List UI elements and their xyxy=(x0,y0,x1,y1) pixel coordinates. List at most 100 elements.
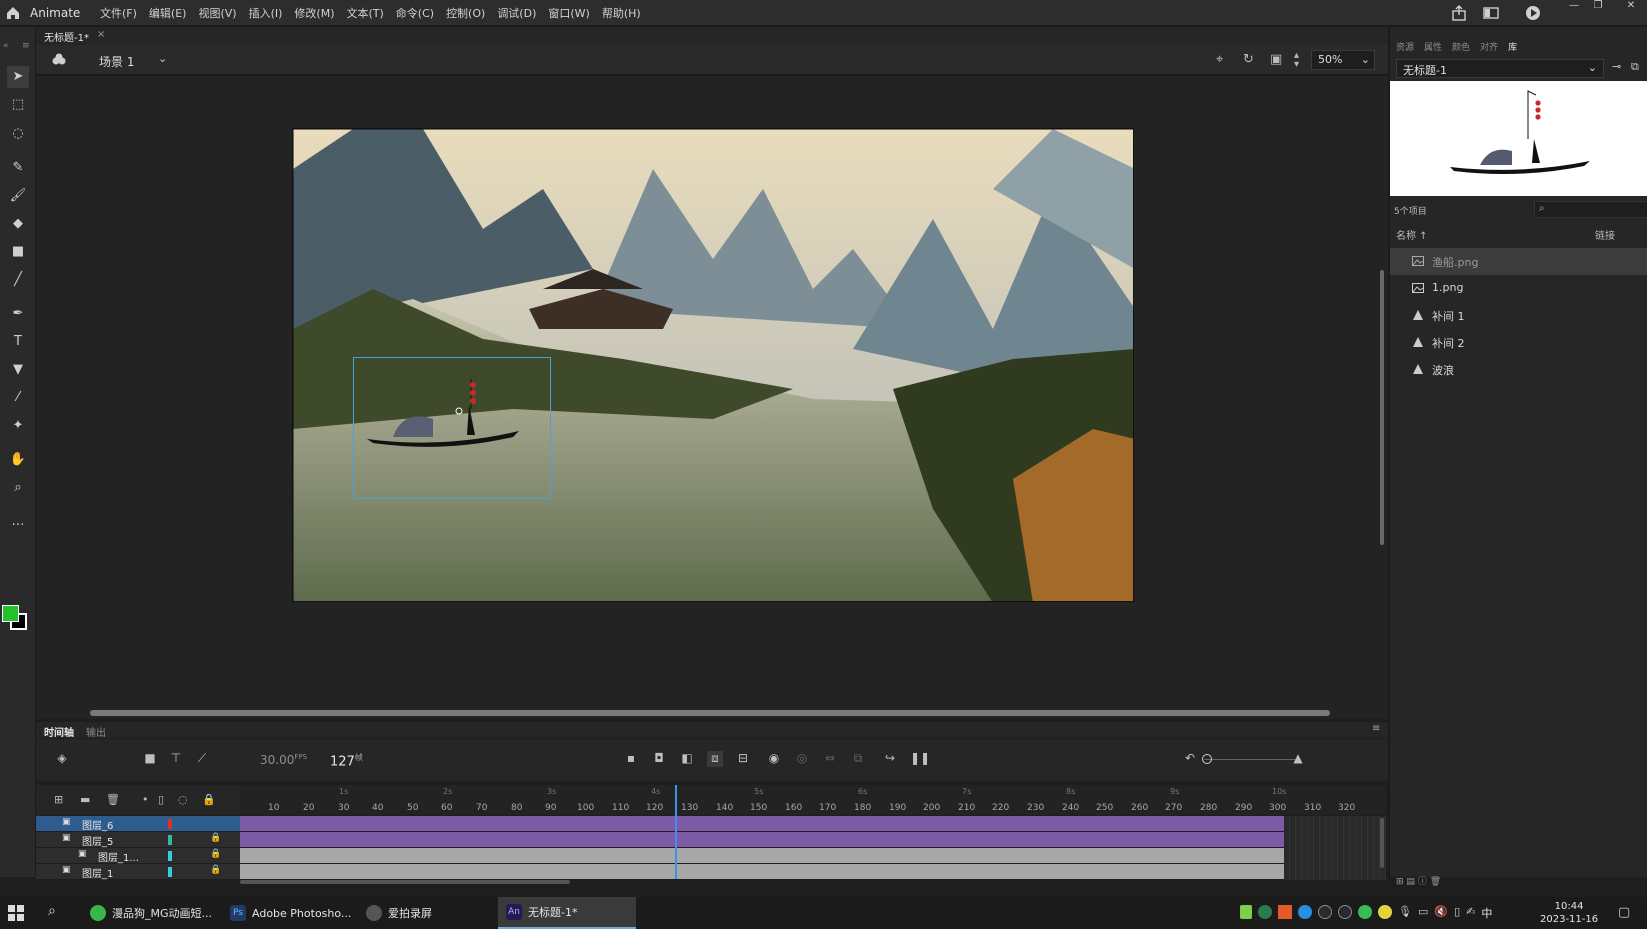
tab-output[interactable]: 输出 xyxy=(86,724,106,739)
eyedropper-tool-icon[interactable]: ⁄ xyxy=(7,387,29,409)
properties-icon[interactable]: ⓘ xyxy=(1418,877,1427,887)
panel-menu-icon[interactable]: ≡ xyxy=(22,41,30,51)
menu-text[interactable]: 文本(T) xyxy=(346,5,383,21)
taskbar-app-animate[interactable]: An 无标题-1* xyxy=(498,897,636,929)
line-tool-icon[interactable]: ╱ xyxy=(7,269,29,291)
layer-row[interactable]: ▣ 图层_5 🔒 xyxy=(36,832,240,848)
stage[interactable] xyxy=(292,128,1134,602)
layer-color-swatch[interactable] xyxy=(168,867,172,877)
library-document-select[interactable]: 无标题-1 ⌄ xyxy=(1396,59,1604,78)
undo-icon[interactable]: ↶ xyxy=(1182,751,1198,767)
camera-icon[interactable]: ■ xyxy=(142,751,158,767)
library-column-name[interactable]: 名称 ↑ xyxy=(1396,227,1428,242)
collapse-icon[interactable]: « xyxy=(3,41,9,51)
layers-icon[interactable]: ◈ xyxy=(54,751,70,767)
publish-icon[interactable] xyxy=(1450,4,1468,22)
network-icon[interactable]: ▭ xyxy=(1418,905,1428,921)
onion-skin-icon[interactable]: ◉ xyxy=(766,751,782,767)
delete-icon[interactable]: 🗑 xyxy=(1430,877,1441,887)
edit-scene-icon[interactable] xyxy=(51,52,67,68)
layer-color-swatch[interactable] xyxy=(168,835,172,845)
paint-bucket-tool-icon[interactable]: ▼ xyxy=(7,359,29,381)
brush-tool-icon[interactable]: 🖌 xyxy=(7,185,29,207)
tab-properties[interactable]: 属性 xyxy=(1424,40,1442,54)
library-item[interactable]: 渔船.png xyxy=(1390,248,1647,275)
zoom-frames-icon[interactable]: ▲ xyxy=(1290,751,1306,767)
tab-align[interactable]: 对齐 xyxy=(1480,40,1498,54)
lock-icon[interactable]: 🔒 xyxy=(210,833,221,843)
cloud-icon[interactable] xyxy=(1298,905,1312,919)
hide-layer-icon[interactable]: ◌ xyxy=(178,793,188,806)
wechat-icon[interactable] xyxy=(1358,905,1372,919)
zoom-select[interactable]: 50% ⌄ xyxy=(1311,50,1375,70)
menu-edit[interactable]: 编辑(E) xyxy=(149,5,187,21)
qq-icon[interactable] xyxy=(1318,905,1332,919)
stage-vertical-scrollbar[interactable] xyxy=(1380,270,1384,545)
lasso-tool-icon[interactable]: ◌ xyxy=(7,123,29,145)
library-search-input[interactable]: ⌕ xyxy=(1534,201,1647,218)
zoom-slider-thumb[interactable] xyxy=(1202,754,1212,764)
playhead[interactable] xyxy=(675,785,677,879)
layer-row[interactable]: ▣ 图层_6 xyxy=(36,816,240,832)
microphone-icon[interactable]: 🎙 xyxy=(1398,905,1412,921)
menu-insert[interactable]: 插入(I) xyxy=(249,5,283,21)
parenting-icon[interactable]: ⊤ xyxy=(168,751,184,767)
library-item[interactable]: 波浪 xyxy=(1390,356,1647,383)
menu-control[interactable]: 控制(O) xyxy=(446,5,485,21)
tab-library[interactable]: 库 xyxy=(1508,40,1517,54)
paint-brush-tool-icon[interactable]: ✎ xyxy=(7,157,29,179)
menu-help[interactable]: 帮助(H) xyxy=(602,5,641,21)
menu-modify[interactable]: 修改(M) xyxy=(294,5,334,21)
insert-keyframe-icon[interactable]: ▪ xyxy=(623,751,639,767)
library-item[interactable]: 补间 2 xyxy=(1390,329,1647,356)
menu-file[interactable]: 文件(F) xyxy=(100,5,137,21)
pin-tool-icon[interactable]: ✦ xyxy=(7,415,29,437)
clock[interactable]: 10:44 2023-11-16 xyxy=(1540,900,1598,926)
panel-menu-icon[interactable]: ≡ xyxy=(1372,723,1380,734)
layer-row[interactable]: ▣ 图层_1 🔒 xyxy=(36,864,240,880)
new-folder-icon[interactable]: ▬ xyxy=(80,793,90,806)
tab-color[interactable]: 颜色 xyxy=(1452,40,1470,54)
search-icon[interactable]: ⌕ xyxy=(48,903,56,919)
new-folder-icon[interactable]: ▤ xyxy=(1406,877,1415,887)
lock-icon[interactable]: 🔒 xyxy=(210,849,221,859)
ime-indicator[interactable]: 中 xyxy=(1481,905,1492,921)
current-frame-display[interactable]: 127帧 xyxy=(330,752,363,769)
frame-span[interactable] xyxy=(240,864,1284,880)
tray-app-icon[interactable] xyxy=(1258,905,1272,919)
stage-horizontal-scrollbar[interactable] xyxy=(90,710,1330,716)
more-tools-icon[interactable]: … xyxy=(7,511,29,533)
menu-window[interactable]: 窗口(W) xyxy=(548,5,589,21)
fps-display[interactable]: 30.00FPS xyxy=(260,753,307,767)
workspace-icon[interactable] xyxy=(1482,4,1500,22)
rotation-icon[interactable]: ↻ xyxy=(1243,52,1254,67)
new-symbol-icon[interactable]: ⊞ xyxy=(1396,877,1404,887)
remove-frame-icon[interactable]: ⊟ xyxy=(735,751,751,767)
tray-app-icon[interactable] xyxy=(1378,905,1392,919)
document-tab[interactable]: 无标题-1* xyxy=(44,29,89,44)
tween-span[interactable] xyxy=(240,816,1284,832)
insert-frame-icon[interactable]: ◧ xyxy=(679,751,695,767)
layer-row[interactable]: ▣ 图层_1... 🔒 xyxy=(36,848,240,864)
pin-library-icon[interactable]: ⊸ xyxy=(1612,60,1621,73)
layer-color-swatch[interactable] xyxy=(168,851,172,861)
close-window-icon[interactable]: ✕ xyxy=(1620,0,1642,12)
qq-icon[interactable] xyxy=(1338,905,1352,919)
highlight-layer-icon[interactable]: • xyxy=(142,793,149,806)
tray-app-icon[interactable] xyxy=(1278,905,1292,919)
edit-multiple-frames-icon[interactable]: ⇔ xyxy=(822,751,838,767)
zoom-stepper-icon[interactable]: ▴ ▾ xyxy=(1294,51,1299,70)
tween-span[interactable] xyxy=(240,832,1284,848)
onion-markers-icon[interactable]: ⧉ xyxy=(850,751,866,767)
timeline-ruler[interactable]: 1s 2s 3s 4s 5s 6s 7s 8s 9s 10s 10 20 30 … xyxy=(240,785,1386,815)
new-layer-icon[interactable]: ⊞ xyxy=(54,793,63,806)
eraser-tool-icon[interactable]: ◆ xyxy=(7,213,29,235)
rectangle-tool-icon[interactable]: ■ xyxy=(7,241,29,263)
menu-commands[interactable]: 命令(C) xyxy=(396,5,434,21)
fishing-boat-image[interactable] xyxy=(363,379,523,459)
timeline-horizontal-scrollbar[interactable] xyxy=(240,880,570,884)
scene-dropdown-icon[interactable]: ⌄ xyxy=(158,52,167,65)
library-item[interactable]: 补间 1 xyxy=(1390,302,1647,329)
minimize-icon[interactable]: — xyxy=(1563,0,1585,12)
notifications-icon[interactable]: ▢ xyxy=(1618,905,1630,920)
